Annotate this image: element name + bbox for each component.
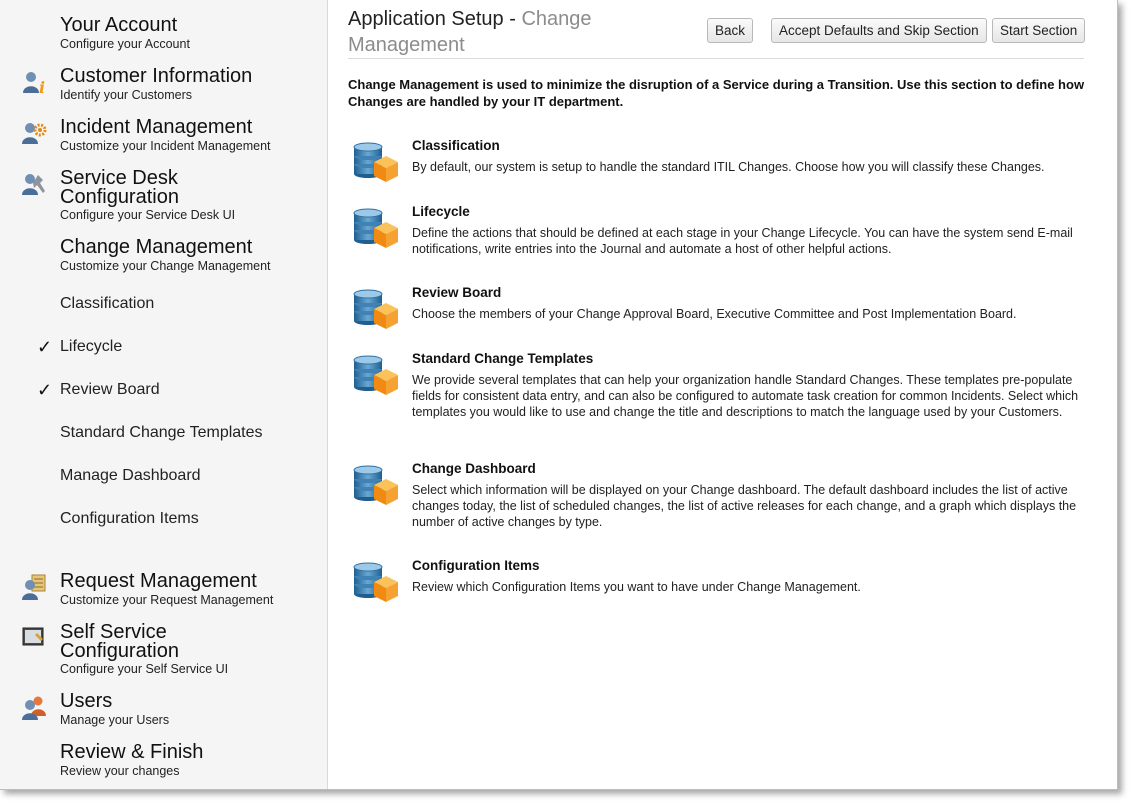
nav-title-line-2: Configuration — [60, 640, 179, 662]
database-box-icon — [352, 204, 400, 250]
item-description: By default, our system is setup to handl… — [412, 160, 1045, 174]
nav-subitem-classification[interactable]: Classification — [60, 295, 154, 313]
user-info-icon: i — [23, 72, 45, 95]
nav-subitem-lifecycle[interactable]: Lifecycle — [60, 338, 122, 356]
nav-title: Your Account — [60, 14, 178, 36]
accept-defaults-button[interactable]: Accept Defaults and Skip Section — [771, 18, 987, 43]
back-button[interactable]: Back — [707, 18, 754, 43]
nav-title: Customer Information — [60, 65, 253, 87]
intro-text: Change Management is used to minimize th… — [348, 77, 1085, 109]
setup-window: Your Account Configure your Account i Cu… — [0, 0, 1118, 790]
item-title[interactable]: Change Dashboard — [412, 461, 536, 476]
item-title[interactable]: Configuration Items — [412, 558, 540, 573]
nav-subtitle: Manage your Users — [60, 713, 170, 727]
nav-title: Review & Finish — [60, 741, 204, 763]
gear-user-icon — [22, 123, 47, 144]
document-user-icon — [22, 574, 46, 600]
svg-text:i: i — [39, 78, 45, 95]
nav-title: Incident Management — [60, 116, 253, 138]
item-description: Define the actions that should be define… — [412, 226, 1073, 256]
nav-subtitle: Customize your Change Management — [60, 259, 271, 273]
users-icon — [22, 696, 46, 720]
database-box-icon — [352, 138, 400, 184]
checkmark-icon: ✓ — [37, 337, 53, 357]
item-description: Choose the members of your Change Approv… — [412, 307, 1017, 321]
nav-title: Request Management — [60, 570, 257, 592]
page-title-prefix: Application Setup - — [348, 8, 522, 30]
nav-subitem-standard-change-templates[interactable]: Standard Change Templates — [60, 424, 263, 442]
nav-subtitle: Identify your Customers — [60, 88, 192, 102]
item-description: Review which Configuration Items you wan… — [412, 580, 861, 594]
item-title[interactable]: Classification — [412, 138, 500, 153]
database-box-icon — [352, 461, 400, 507]
wrench-user-icon — [22, 174, 45, 195]
nav-subtitle: Review your changes — [60, 764, 180, 778]
nav-subtitle: Configure your Account — [60, 37, 190, 51]
item-title[interactable]: Review Board — [412, 285, 501, 300]
item-description: We provide several templates that can he… — [412, 373, 1079, 419]
sidebar: Your Account Configure your Account i Cu… — [0, 0, 328, 789]
nav-title: Users — [60, 690, 113, 712]
database-box-icon — [352, 558, 400, 604]
nav-title-line-2: Configuration — [60, 186, 179, 208]
nav-subitem-review-board[interactable]: Review Board — [60, 381, 160, 399]
nav-subitem-configuration-items[interactable]: Configuration Items — [60, 510, 199, 528]
header-divider — [348, 58, 1084, 59]
page-title: Application Setup - Change Management — [348, 6, 678, 58]
start-section-button[interactable]: Start Section — [992, 18, 1086, 43]
database-box-icon — [352, 285, 400, 331]
nav-subtitle: Configure your Self Service UI — [60, 662, 229, 676]
database-box-icon — [352, 351, 400, 397]
nav-subitem-manage-dashboard[interactable]: Manage Dashboard — [60, 467, 201, 485]
nav-subtitle: Customize your Incident Management — [60, 139, 271, 153]
nav-subtitle: Configure your Service Desk UI — [60, 208, 236, 222]
nav-subtitle: Customize your Request Management — [60, 593, 274, 607]
item-title[interactable]: Lifecycle — [412, 204, 470, 219]
monitor-icon — [22, 627, 44, 646]
nav-title: Change Management — [60, 236, 253, 258]
checkmark-icon: ✓ — [37, 380, 53, 400]
main-content: Application Setup - Change Management Ba… — [328, 0, 1117, 789]
item-description: Select which information will be display… — [412, 483, 1077, 529]
item-title[interactable]: Standard Change Templates — [412, 351, 593, 366]
